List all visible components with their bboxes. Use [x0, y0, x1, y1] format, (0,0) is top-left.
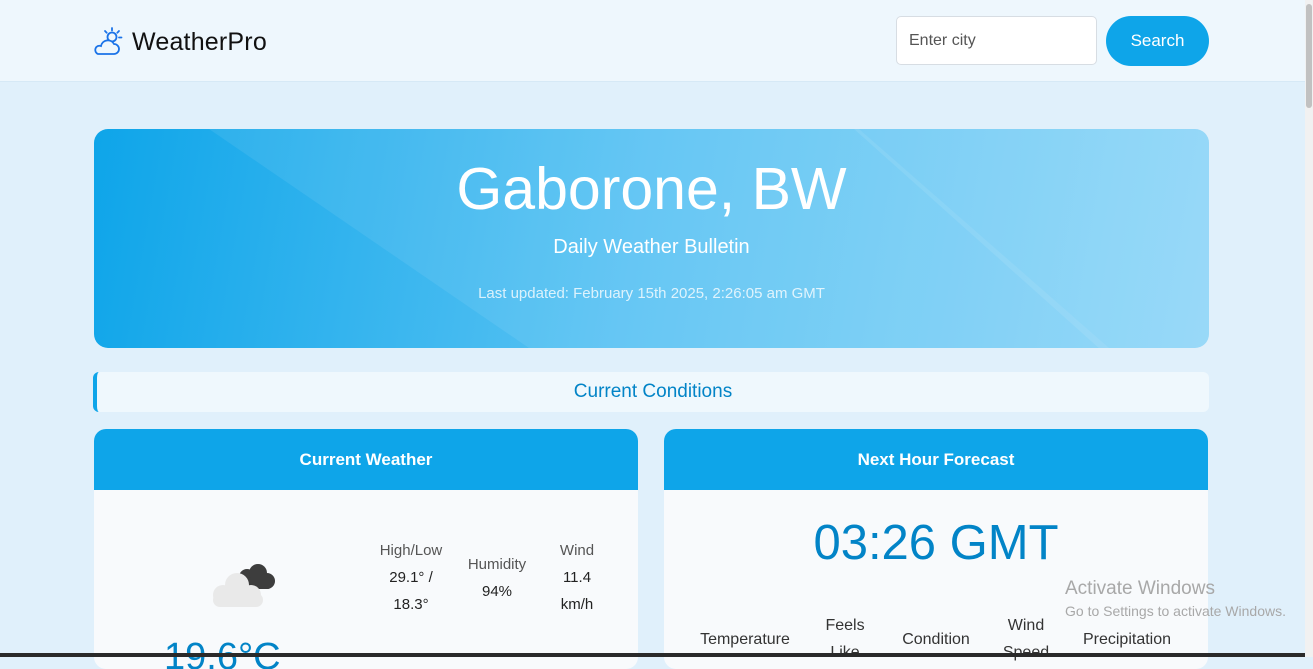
- last-updated-text: Last updated: February 15th 2025, 2:26:0…: [478, 285, 825, 302]
- sun-cloud-icon: [94, 27, 123, 55]
- column-feels-like: Feels Like: [814, 612, 876, 666]
- humidity-stat: Humidity 94%: [456, 551, 538, 605]
- section-title: Current Conditions: [573, 381, 733, 402]
- taskbar-edge: [0, 653, 1305, 657]
- city-search-input[interactable]: [896, 16, 1097, 65]
- column-condition: Condition: [888, 626, 984, 653]
- scrollbar-thumb[interactable]: [1306, 4, 1312, 108]
- wind-label: Wind: [559, 542, 595, 559]
- wind-unit: km/h: [560, 596, 594, 613]
- humidity-value: 94%: [481, 583, 513, 600]
- column-condition-label: Condition: [902, 631, 970, 648]
- column-precipitation-label: Precipitation: [1082, 631, 1172, 648]
- column-wind-label: Wind: [1007, 617, 1045, 634]
- section-header: Current Conditions: [93, 372, 1209, 412]
- hero-banner: Gaborone, BW Daily Weather Bulletin Last…: [94, 129, 1209, 348]
- column-feels-label: Feels: [825, 617, 865, 634]
- brand-logo[interactable]: WeatherPro: [92, 26, 267, 58]
- wind-value: 11.4: [562, 569, 592, 586]
- current-weather-title: Current Weather: [94, 429, 638, 490]
- high-value: 29.1° /: [389, 569, 433, 586]
- column-wind-speed: Wind Speed: [994, 612, 1058, 666]
- bulletin-subtitle: Daily Weather Bulletin: [553, 236, 750, 258]
- cloudy-icon: [213, 564, 275, 607]
- high-low-stat: High/Low 29.1° / 18.3°: [366, 537, 456, 618]
- brand-name: WeatherPro: [132, 27, 267, 56]
- column-temperature-label: Temperature: [700, 631, 790, 648]
- column-precipitation: Precipitation: [1068, 626, 1186, 653]
- column-temperature: Temperature: [692, 626, 798, 653]
- city-title: Gaborone, BW: [456, 156, 847, 222]
- top-navbar: WeatherPro Search: [0, 0, 1305, 82]
- high-low-label: High/Low: [379, 542, 443, 559]
- page-scrollbar[interactable]: [1305, 0, 1313, 657]
- low-value: 18.3°: [393, 596, 429, 613]
- wind-stat: Wind 11.4 km/h: [544, 537, 610, 618]
- forecast-time: 03:26 GMT: [813, 516, 1059, 570]
- activation-watermark-title: Activate Windows: [1065, 578, 1215, 599]
- search-button[interactable]: Search: [1106, 16, 1209, 66]
- activation-watermark-text: Go to Settings to activate Windows.: [1065, 603, 1286, 619]
- humidity-label: Humidity: [467, 556, 527, 573]
- next-hour-forecast-card: Next Hour Forecast 03:26 GMT Temperature…: [664, 429, 1208, 669]
- current-weather-card: Current Weather High/Low 29.1° / 18.3° H…: [94, 429, 638, 669]
- next-hour-title: Next Hour Forecast: [664, 429, 1208, 490]
